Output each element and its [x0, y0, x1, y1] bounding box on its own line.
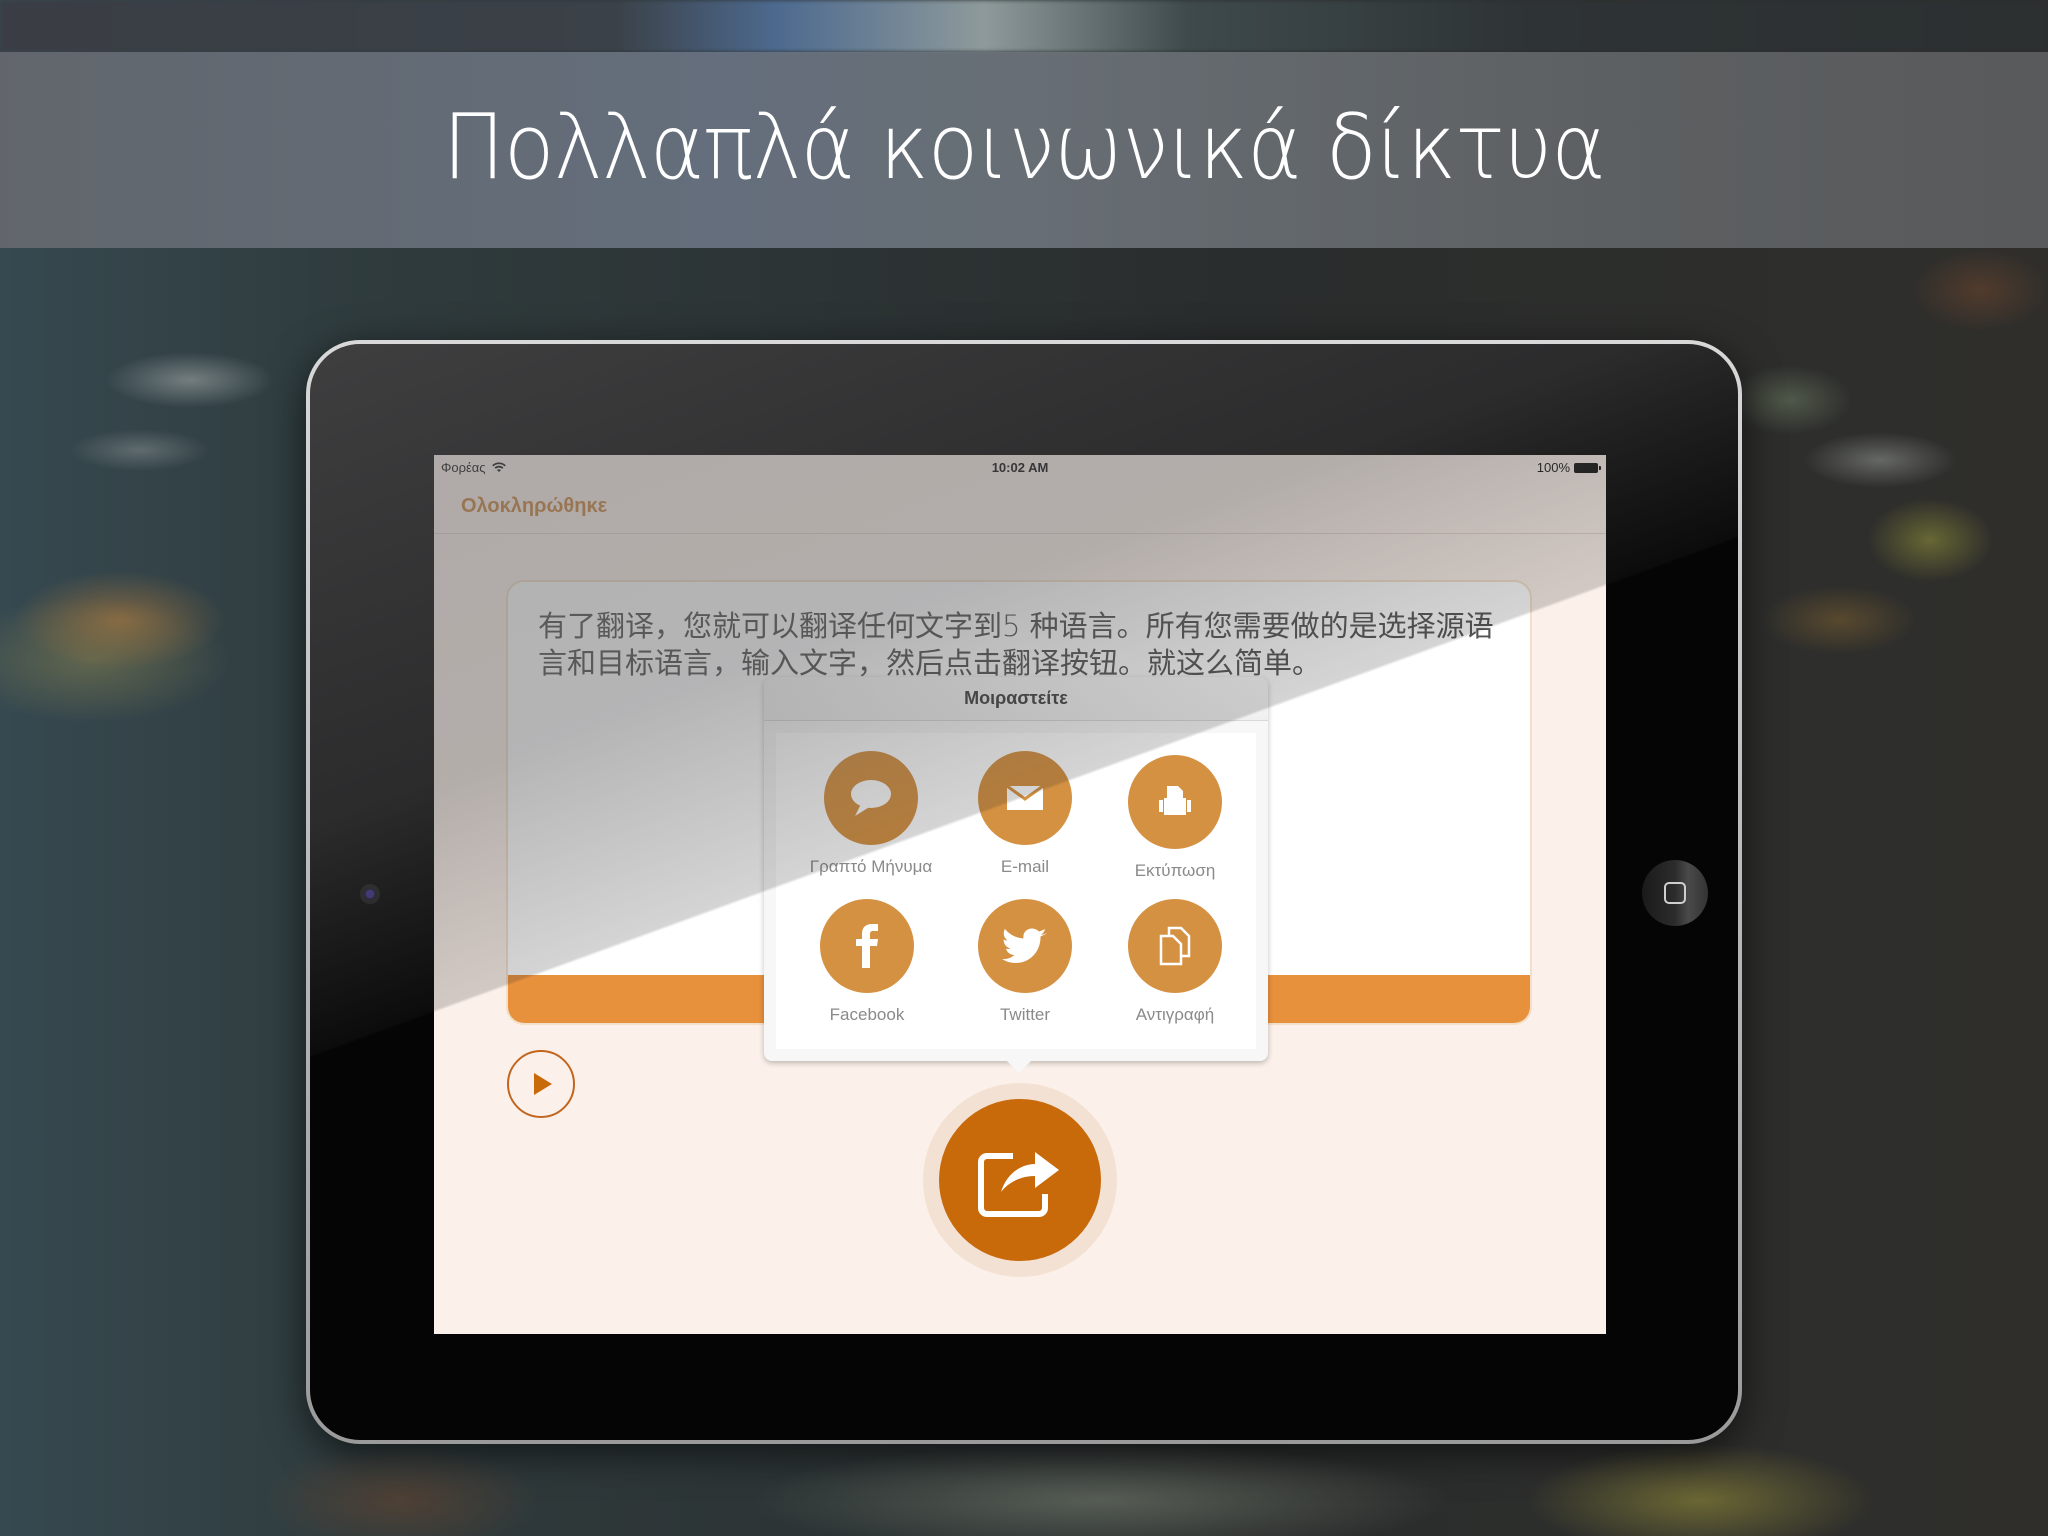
share-options-grid: Γραπτό Μήνυμα E-mail Εκτύπωση Facebook T… — [776, 733, 1256, 1049]
ipad-device-frame: Φορέας 10:02 AM 100% Ολοκληρώθηκε 有了翻译，您… — [306, 340, 1742, 1444]
share-option-label: Αντιγραφή — [1135, 1005, 1215, 1024]
blurred-background-top — [0, 0, 2048, 52]
share-option-label: Twitter — [999, 1005, 1051, 1024]
share-option-facebook-circle — [820, 899, 914, 993]
share-option-print[interactable]: Εκτύπωση — [1100, 755, 1250, 881]
ipad-bezel: Φορέας 10:02 AM 100% Ολοκληρώθηκε 有了翻译，您… — [310, 344, 1738, 1440]
facebook-icon — [856, 924, 878, 968]
translation-text: 有了翻译，您就可以翻译任何文字到5 种语言。所有您需要做的是选择源语言和目标语言… — [538, 609, 1494, 680]
play-icon — [534, 1073, 552, 1095]
share-button[interactable] — [939, 1099, 1101, 1261]
share-option-facebook[interactable]: Facebook — [792, 899, 942, 1025]
app-screen: Φορέας 10:02 AM 100% Ολοκληρώθηκε 有了翻译，您… — [434, 455, 1606, 1334]
status-bar: Φορέας 10:02 AM 100% — [434, 455, 1606, 479]
battery-icon — [1574, 462, 1601, 473]
promo-headline: Πολλαπλά κοινωνικά δίκτυα — [442, 94, 1606, 200]
share-option-email-circle — [978, 751, 1072, 845]
share-option-twitter-circle — [978, 899, 1072, 993]
status-time: 10:02 AM — [991, 460, 1049, 475]
share-option-message[interactable]: Γραπτό Μήνυμα — [796, 751, 946, 877]
mail-icon — [1006, 784, 1044, 810]
status-battery: 100% — [1536, 460, 1601, 475]
share-option-copy-circle — [1128, 899, 1222, 993]
home-button[interactable] — [1642, 860, 1708, 926]
home-square-icon — [1664, 882, 1686, 904]
printer-icon — [1159, 786, 1191, 815]
share-option-email[interactable]: E-mail — [950, 751, 1100, 877]
share-popover-title: Μοιραστείτε — [764, 677, 1268, 721]
battery-percent: 100% — [1536, 460, 1570, 475]
share-option-label: Εκτύπωση — [1134, 861, 1216, 880]
popover-arrow — [1007, 1061, 1031, 1073]
play-button[interactable] — [507, 1050, 575, 1118]
share-option-twitter[interactable]: Twitter — [950, 899, 1100, 1025]
twitter-icon — [1002, 928, 1047, 963]
message-icon — [851, 780, 891, 816]
share-popover: Μοιραστείτε Γραπτό Μήνυμα E-mail Εκτύπωσ… — [764, 677, 1268, 1073]
share-button-ring — [923, 1083, 1117, 1277]
share-icon — [978, 1152, 1059, 1217]
share-option-copy[interactable]: Αντιγραφή — [1100, 899, 1250, 1025]
copy-icon — [1159, 926, 1191, 966]
front-camera — [360, 884, 380, 904]
navigation-bar: Ολοκληρώθηκε — [434, 479, 1606, 534]
done-button[interactable]: Ολοκληρώθηκε — [461, 495, 607, 518]
share-option-label: Γραπτό Μήνυμα — [809, 857, 933, 876]
share-option-label: Facebook — [829, 1005, 905, 1024]
promo-banner: Πολλαπλά κοινωνικά δίκτυα — [0, 52, 2048, 248]
share-popover-body: Γραπτό Μήνυμα E-mail Εκτύπωση Facebook T… — [776, 733, 1256, 1049]
share-option-print-circle — [1128, 755, 1222, 849]
share-option-message-circle — [824, 751, 918, 845]
share-option-label: E-mail — [1000, 857, 1050, 876]
